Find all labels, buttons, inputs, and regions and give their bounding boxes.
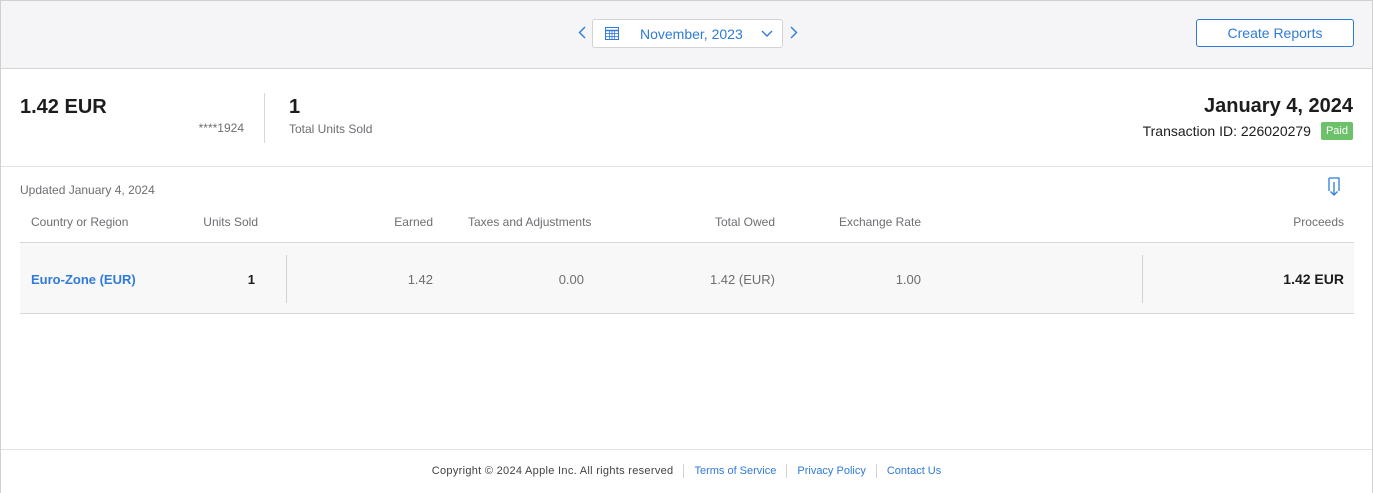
summary-divider [264, 93, 265, 143]
payment-summary: 1.42 EUR ****1924 1 Total Units Sold Jan… [1, 70, 1372, 167]
month-picker-label: November, 2023 [640, 26, 743, 42]
chevron-right-icon [790, 26, 798, 39]
total-units-sold-value: 1 [289, 96, 301, 118]
status-badge: Paid [1320, 122, 1353, 140]
column-units-sold: Units Sold [203, 215, 258, 229]
footer-separator [875, 464, 877, 478]
cell-earned: 1.42 [407, 272, 433, 287]
contact-us-link[interactable]: Contact Us [887, 465, 941, 477]
cell-total-owed: 1.42 (EUR) [709, 272, 775, 287]
cell-units-sold: 1 [247, 272, 255, 287]
top-bar: November, 2023 Create Reports [1, 1, 1372, 69]
bank-account-number: ****1924 [198, 121, 244, 135]
transaction-row: Transaction ID: 226020279 Paid [1143, 121, 1353, 141]
table-row: Euro-Zone (EUR) 1 1.42 0.00 1.42 (EUR) 1… [20, 243, 1354, 314]
download-icon [1328, 177, 1340, 196]
transaction-id: Transaction ID: 226020279 [1142, 123, 1311, 139]
copyright-text: Copyright © 2024 Apple Inc. All rights r… [431, 465, 674, 477]
total-units-sold-label: Total Units Sold [289, 122, 373, 136]
row-divider [1142, 255, 1143, 303]
chevron-down-icon [761, 30, 773, 37]
chevron-left-icon [578, 26, 586, 39]
footer: Copyright © 2024 Apple Inc. All rights r… [1, 449, 1372, 493]
create-reports-button[interactable]: Create Reports [1196, 19, 1354, 47]
column-exchange-rate: Exchange Rate [838, 215, 921, 229]
country-link[interactable]: Euro-Zone (EUR) [31, 272, 136, 287]
column-earned: Earned [394, 215, 433, 229]
cell-proceeds: 1.42 EUR [1283, 271, 1344, 287]
terms-of-service-link[interactable]: Terms of Service [694, 465, 776, 477]
payment-date: January 4, 2024 [1204, 95, 1353, 117]
download-button[interactable] [1326, 177, 1342, 202]
payment-amount: 1.42 EUR [20, 96, 107, 118]
updated-date: Updated January 4, 2024 [20, 183, 155, 197]
row-divider [286, 255, 287, 303]
column-country: Country or Region [31, 215, 129, 229]
next-month-button[interactable] [786, 23, 802, 43]
cell-exchange-rate: 1.00 [895, 272, 921, 287]
footer-separator [786, 464, 788, 478]
column-proceeds: Proceeds [1293, 215, 1344, 229]
privacy-policy-link[interactable]: Privacy Policy [797, 465, 865, 477]
column-total-owed: Total Owed [714, 215, 775, 229]
footer-separator [683, 464, 685, 478]
calendar-icon [605, 27, 619, 40]
column-taxes: Taxes and Adjustments [468, 215, 592, 229]
proceeds-table-header: Country or Region Units Sold Earned Taxe… [20, 207, 1354, 243]
cell-taxes: 0.00 [558, 272, 584, 287]
month-picker[interactable]: November, 2023 [592, 19, 783, 48]
previous-month-button[interactable] [574, 23, 590, 43]
